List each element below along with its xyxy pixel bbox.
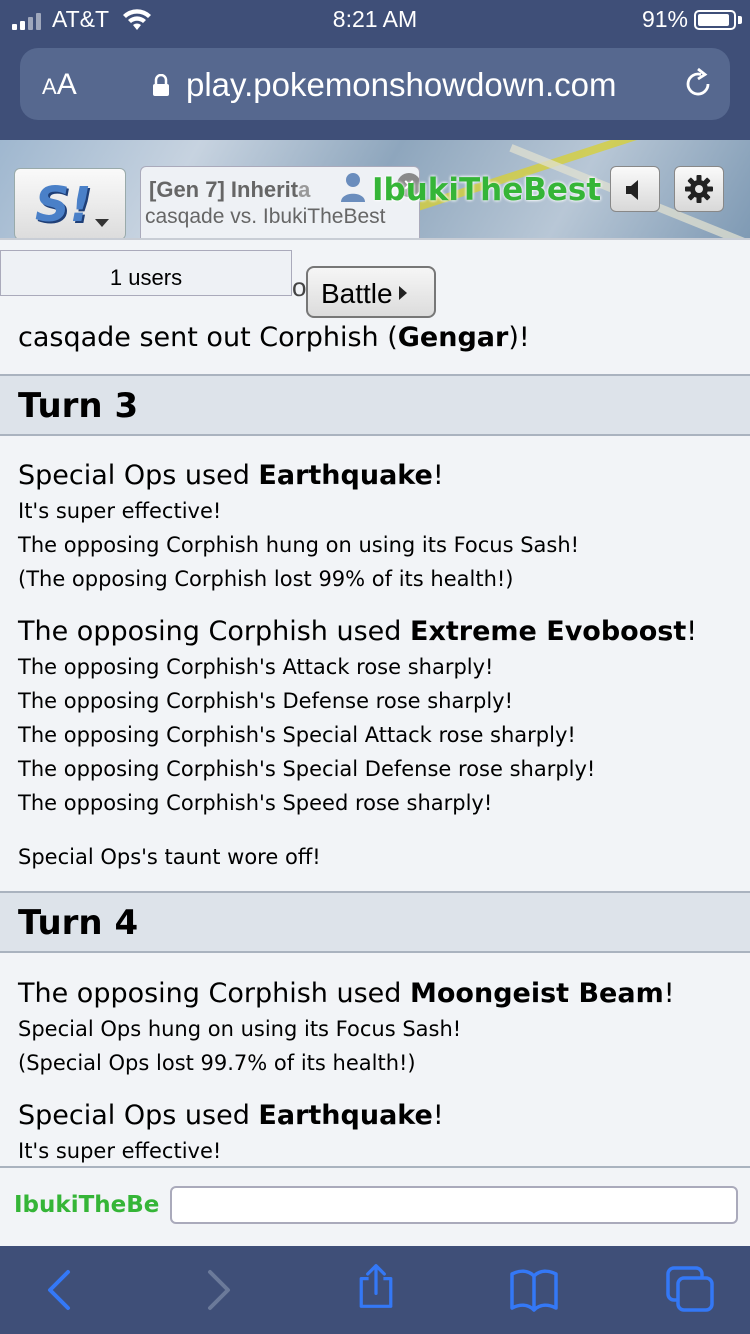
- log-line: The opposing Corphish's Defense rose sha…: [18, 689, 514, 713]
- chat-bar: IbukiTheBest: [0, 1166, 750, 1246]
- chevron-down-icon: [95, 219, 109, 227]
- log-line: The opposing Corphish used Moongeist Bea…: [18, 978, 675, 1009]
- browser-chrome: AA play.pokemonshowdown.com: [0, 40, 750, 140]
- battery-percent: 91%: [641, 6, 688, 32]
- share-icon[interactable]: [350, 1262, 402, 1310]
- log-line: The opposing Corphish's Special Defense …: [18, 757, 596, 781]
- sound-icon: [626, 180, 638, 200]
- browser-toolbar: [0, 1246, 750, 1334]
- clock: 8:21 AM: [332, 6, 418, 32]
- chat-username: IbukiTheBest: [14, 1192, 160, 1218]
- sound-button[interactable]: [610, 166, 660, 212]
- log-line: Special Ops used Earthquake!: [18, 1100, 444, 1131]
- tabs-icon[interactable]: [664, 1266, 716, 1314]
- log-line: (Special Ops lost 99.7% of its health!): [18, 1051, 416, 1075]
- user-icon[interactable]: [340, 172, 366, 202]
- log-line: casqade sent out Corphish (Gengar)!: [18, 322, 530, 353]
- back-icon[interactable]: [36, 1266, 88, 1314]
- log-line: The opposing Corphish's Special Attack r…: [18, 723, 576, 747]
- url-text[interactable]: play.pokemonshowdown.com: [186, 66, 616, 104]
- username[interactable]: IbukiTheBest: [372, 172, 601, 208]
- log-line: Special Ops's taunt wore off!: [18, 845, 321, 869]
- room-tab-subtitle: casqade vs. IbukiTheBest: [145, 205, 386, 228]
- text-size-button[interactable]: AA: [42, 68, 77, 102]
- chat-input[interactable]: [170, 1186, 738, 1224]
- reload-icon[interactable]: [680, 66, 716, 102]
- room-tab-title: [Gen 7] Inherita: [149, 177, 311, 202]
- log-line: (The opposing Corphish lost 99% of its h…: [18, 567, 514, 591]
- status-bar: AT&T 8:21 AM 91%: [0, 0, 750, 40]
- users-count[interactable]: 1 users: [0, 250, 292, 296]
- forward-icon[interactable]: [190, 1266, 242, 1314]
- battle-button[interactable]: Battle: [306, 266, 436, 318]
- showdown-header: S! [Gen 7] Inherita casqade vs. IbukiThe…: [0, 140, 750, 238]
- log-line: Special Ops hung on using its Focus Sash…: [18, 1017, 462, 1041]
- log-line: Special Ops used Earthquake!: [18, 460, 444, 491]
- battle-log[interactable]: 1 users os Battle casqade sent out Corph…: [0, 238, 750, 1166]
- log-line: The opposing Corphish hung on using its …: [18, 533, 580, 557]
- battery-icon: [694, 10, 736, 30]
- log-line: The opposing Corphish's Attack rose shar…: [18, 655, 494, 679]
- lock-icon: [153, 74, 169, 96]
- bookmarks-icon[interactable]: [508, 1266, 560, 1314]
- turn-header: Turn 3: [0, 374, 750, 436]
- address-bar[interactable]: AA play.pokemonshowdown.com: [20, 48, 730, 120]
- log-line: It's super effective!: [18, 1139, 222, 1163]
- gear-icon: [685, 175, 713, 203]
- turn-header: Turn 4: [0, 891, 750, 953]
- chevron-right-icon: [398, 286, 407, 300]
- showdown-logo[interactable]: S!: [14, 168, 126, 238]
- settings-button[interactable]: [674, 166, 724, 212]
- log-line: The opposing Corphish's Speed rose sharp…: [18, 791, 493, 815]
- log-line: The opposing Corphish used Extreme Evobo…: [18, 616, 698, 647]
- log-line: It's super effective!: [18, 499, 222, 523]
- battery-nub: [738, 16, 742, 24]
